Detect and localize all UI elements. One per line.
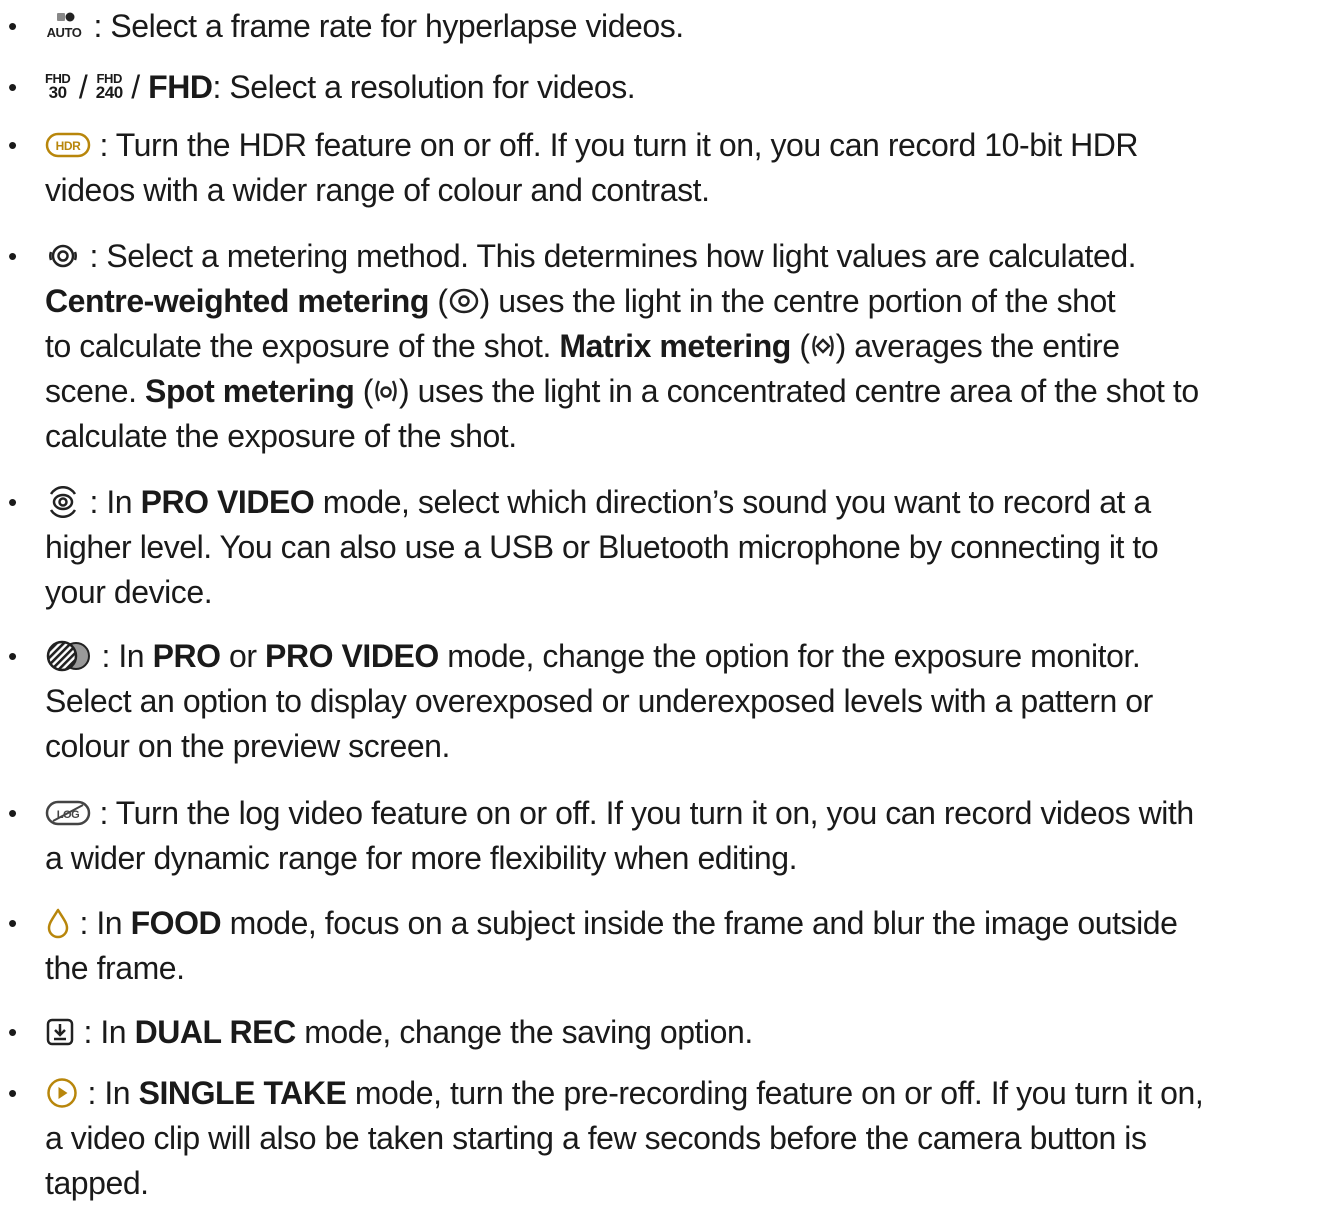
hyperlapse-frame-rate-icon: AUTO (45, 11, 85, 41)
line: LOG : Turn the log video feature on or o… (45, 791, 1194, 836)
line: higher level. You can also use a USB or … (45, 525, 1159, 570)
line: a wider dynamic range for more flexibili… (45, 836, 798, 881)
item-text: : Turn the log video feature on or off. … (99, 795, 1194, 831)
item-text: Select an option to display overexposed … (45, 683, 1153, 719)
bullet: • (8, 130, 18, 160)
item-text: videos with a wider range of colour and … (45, 172, 710, 208)
mode-label: PRO VIDEO (265, 638, 439, 674)
bullet: • (8, 1078, 18, 1108)
item-text: : In (79, 905, 123, 941)
mode-label: SINGLE TAKE (138, 1075, 347, 1111)
line: tapped. (45, 1161, 149, 1206)
item-text: colour on the preview screen. (45, 728, 450, 764)
item-text: mode, change the option for the exposure… (447, 638, 1141, 674)
bullet: • (8, 1017, 18, 1047)
pre-recording-icon (45, 1076, 79, 1110)
bullet: • (8, 11, 18, 41)
item-text: calculate the exposure of the shot. (45, 418, 517, 454)
mode-label: DUAL REC (134, 1014, 297, 1050)
spot-metering-icon (373, 376, 399, 406)
line: videos with a wider range of colour and … (45, 168, 710, 213)
mode-label: PRO (152, 638, 221, 674)
item-text: higher level. You can also use a USB or … (45, 529, 1159, 565)
line: : In FOOD mode, focus on a subject insid… (45, 901, 1178, 946)
item-text: to calculate the exposure of the shot. (45, 328, 551, 364)
exposure-monitor-icon (45, 639, 93, 673)
bullet: • (8, 241, 18, 271)
fhd-240-icon: FHD 240 (95, 70, 123, 102)
mode-label: FOOD (130, 905, 222, 941)
line: Centre-weighted metering ( ) uses the li… (45, 283, 1116, 319)
line: FHD 30 / FHD 240 / FHD: Select a resolutio… (45, 65, 636, 110)
item-text: tapped. (45, 1165, 149, 1201)
item-text: : In (101, 638, 145, 674)
line: the frame. (45, 946, 185, 991)
hdr-icon: HDR (45, 131, 91, 159)
bullet: • (8, 908, 18, 938)
item-text: : In (83, 1014, 127, 1050)
item-text: mode, change the saving option. (304, 1014, 753, 1050)
line: to calculate the exposure of the shot. M… (45, 328, 1121, 364)
metering-icon (45, 240, 81, 272)
item-text: the frame. (45, 950, 185, 986)
matrix-metering-label: Matrix metering (559, 328, 791, 364)
item-text: a video clip will also be taken starting… (45, 1120, 1147, 1156)
icon-label: LOG (57, 809, 79, 821)
item-text: ) uses the light in a concentrated centr… (398, 373, 1199, 409)
bullet: • (8, 798, 18, 828)
centre-weighted-metering-icon (448, 286, 480, 316)
line: calculate the exposure of the shot. (45, 414, 517, 459)
icon-label: AUTO (47, 25, 82, 40)
item-text: mode, select which direction’s sound you… (322, 484, 1151, 520)
item-text: ) uses the light in the centre portion o… (479, 283, 1116, 319)
item-text: your device. (45, 574, 213, 610)
item-text: scene. (45, 373, 137, 409)
item-text: mode, turn the pre-recording feature on … (354, 1075, 1204, 1111)
bullet: • (8, 641, 18, 671)
line: scene. Spot metering ( ) uses the light … (45, 373, 1199, 409)
item-text: : Select a resolution for videos. (212, 69, 636, 105)
item-text: : Select a frame rate for hyperlapse vid… (93, 8, 684, 44)
drop-icon (45, 907, 71, 939)
line: a video clip will also be taken starting… (45, 1116, 1147, 1161)
save-option-icon (45, 1017, 75, 1047)
log-video-icon: LOG (45, 799, 91, 827)
mode-label: PRO VIDEO (140, 484, 315, 520)
line: : In DUAL REC mode, change the saving op… (45, 1010, 753, 1055)
item-text: mode, focus on a subject inside the fram… (229, 905, 1178, 941)
item-text: : Select a metering method. This determi… (89, 238, 1137, 274)
centre-weighted-label: Centre-weighted metering (45, 283, 429, 319)
fhd-label: FHD (148, 69, 213, 105)
line: : In PRO or PRO VIDEO mode, change the o… (45, 634, 1141, 679)
bullet: • (8, 72, 18, 102)
line: : In PRO VIDEO mode, select which direct… (45, 480, 1151, 525)
bullet: • (8, 487, 18, 517)
line: HDR : Turn the HDR feature on or off. If… (45, 123, 1139, 168)
item-text: or (229, 638, 257, 674)
line: AUTO : Select a frame rate for hyperlaps… (45, 4, 685, 49)
icon-label: HDR (56, 139, 81, 153)
line: colour on the preview screen. (45, 724, 450, 769)
separator: / (78, 69, 88, 105)
matrix-metering-icon (810, 331, 836, 361)
line: : In SINGLE TAKE mode, turn the pre-reco… (45, 1071, 1204, 1116)
line: : Select a metering method. This determi… (45, 234, 1137, 279)
settings-bullet-list: • AUTO : Select a frame rate for hyperla… (0, 0, 1333, 1202)
spot-metering-label: Spot metering (145, 373, 355, 409)
item-text: : In (89, 484, 133, 520)
item-text: : In (87, 1075, 131, 1111)
line: your device. (45, 570, 213, 615)
separator: / (131, 69, 140, 105)
item-text: : Turn the HDR feature on or off. If you… (99, 127, 1139, 163)
line: Select an option to display overexposed … (45, 679, 1153, 724)
item-text: ) averages the entire (835, 328, 1121, 364)
audio-direction-icon (45, 485, 81, 518)
fhd-30-icon: FHD 30 (45, 70, 71, 102)
item-text: a wider dynamic range for more flexibili… (45, 840, 798, 876)
